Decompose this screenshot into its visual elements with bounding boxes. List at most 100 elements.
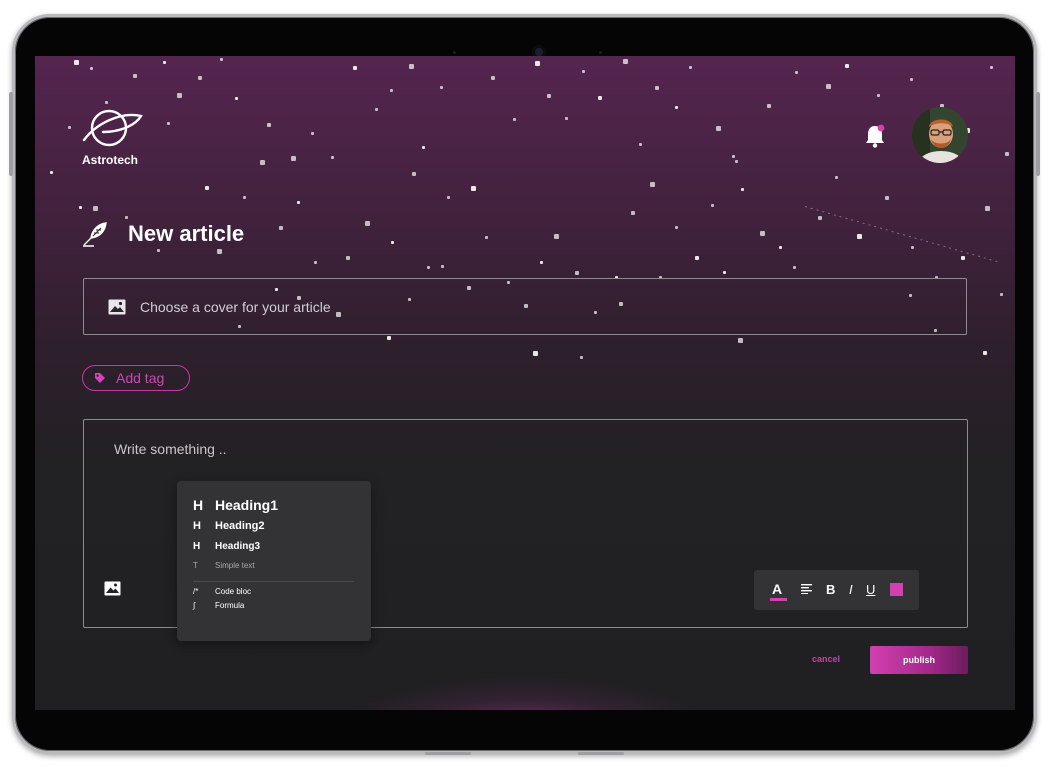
star — [631, 211, 635, 215]
notification-bell-icon[interactable] — [863, 123, 887, 149]
bottom-button — [425, 752, 471, 755]
text-color-underline — [770, 598, 787, 601]
star — [540, 261, 543, 264]
star — [760, 231, 765, 236]
notification-dot — [877, 124, 885, 132]
star — [767, 104, 771, 108]
star — [391, 241, 394, 244]
menu-item-simple-text[interactable]: T Simple text — [193, 561, 255, 570]
star — [297, 201, 300, 204]
star — [235, 97, 238, 100]
star — [163, 61, 166, 64]
star — [623, 59, 628, 64]
user-avatar[interactable] — [912, 107, 968, 163]
star — [346, 256, 350, 260]
star — [910, 78, 913, 81]
star — [1005, 152, 1009, 156]
star — [598, 96, 602, 100]
app-name: Astrotech — [82, 153, 139, 167]
menu-item-formula[interactable]: ∫ Formula — [193, 601, 244, 610]
star — [311, 132, 314, 135]
star — [353, 66, 357, 70]
star — [471, 186, 476, 191]
star — [857, 234, 862, 239]
star — [885, 196, 889, 200]
star — [513, 118, 516, 121]
image-icon — [108, 299, 126, 314]
star — [427, 266, 430, 269]
star — [639, 143, 642, 146]
star — [260, 160, 265, 165]
side-button — [1036, 92, 1040, 176]
star — [575, 271, 579, 275]
star — [491, 76, 495, 80]
heading-icon: H — [193, 520, 201, 532]
star — [217, 249, 222, 254]
star — [331, 156, 334, 159]
star — [554, 234, 559, 239]
format-toolbar: A B I U — [754, 570, 919, 610]
star — [79, 206, 82, 209]
star — [732, 155, 735, 158]
star — [911, 246, 914, 249]
menu-item-label: Simple text — [215, 561, 255, 570]
star — [675, 106, 678, 109]
star — [50, 171, 53, 174]
star — [133, 74, 137, 78]
menu-item-code-bloc[interactable]: /* Code bloc — [193, 587, 251, 596]
publish-button[interactable]: publish — [870, 646, 968, 674]
code-icon: /* — [193, 587, 199, 596]
star — [198, 76, 202, 80]
star — [267, 123, 271, 127]
star — [441, 265, 444, 268]
star — [741, 188, 744, 191]
menu-item-heading3[interactable]: H Heading3 — [193, 541, 260, 552]
italic-button[interactable]: I — [849, 582, 853, 597]
star — [779, 246, 782, 249]
menu-item-heading2[interactable]: H Heading2 — [193, 520, 265, 532]
star — [440, 86, 443, 89]
star — [650, 182, 655, 187]
meteor-streak — [804, 206, 998, 263]
underline-button[interactable]: U — [866, 582, 875, 597]
star — [580, 356, 583, 359]
star — [826, 84, 831, 89]
side-button — [9, 92, 13, 176]
star — [675, 226, 678, 229]
star — [877, 94, 880, 97]
editor-placeholder: Write something .. — [114, 441, 227, 457]
star — [243, 196, 246, 199]
star — [990, 66, 993, 69]
star — [365, 221, 370, 226]
tag-icon — [95, 373, 105, 383]
add-tag-button[interactable]: Add tag — [82, 365, 190, 391]
sensor-dot — [453, 51, 456, 54]
star — [695, 256, 699, 260]
star — [412, 172, 416, 176]
star — [845, 64, 849, 68]
menu-item-label: Heading2 — [215, 520, 265, 532]
bold-button[interactable]: B — [826, 582, 835, 597]
menu-divider — [193, 581, 354, 582]
star — [735, 160, 738, 163]
align-left-icon[interactable] — [801, 584, 813, 594]
insert-image-icon[interactable] — [104, 581, 121, 596]
block-type-menu: H Heading1 H Heading2 H Heading3 T Simpl… — [177, 481, 371, 641]
star — [205, 186, 209, 190]
star — [793, 266, 796, 269]
star — [220, 58, 223, 61]
star — [387, 336, 391, 340]
text-color-button[interactable]: A — [772, 581, 782, 597]
page-header: New article — [82, 221, 244, 247]
integral-icon: ∫ — [193, 601, 196, 610]
star — [533, 351, 538, 356]
menu-item-heading1[interactable]: H Heading1 — [193, 497, 278, 513]
choose-cover-button[interactable]: Choose a cover for your article — [83, 278, 967, 335]
menu-item-label: Code bloc — [215, 587, 252, 596]
color-swatch[interactable] — [890, 583, 903, 596]
text-icon: T — [193, 561, 198, 570]
menu-item-label: Heading1 — [215, 497, 279, 513]
cancel-button[interactable]: cancel — [812, 654, 840, 664]
heading-icon: H — [193, 541, 201, 552]
star — [167, 122, 170, 125]
